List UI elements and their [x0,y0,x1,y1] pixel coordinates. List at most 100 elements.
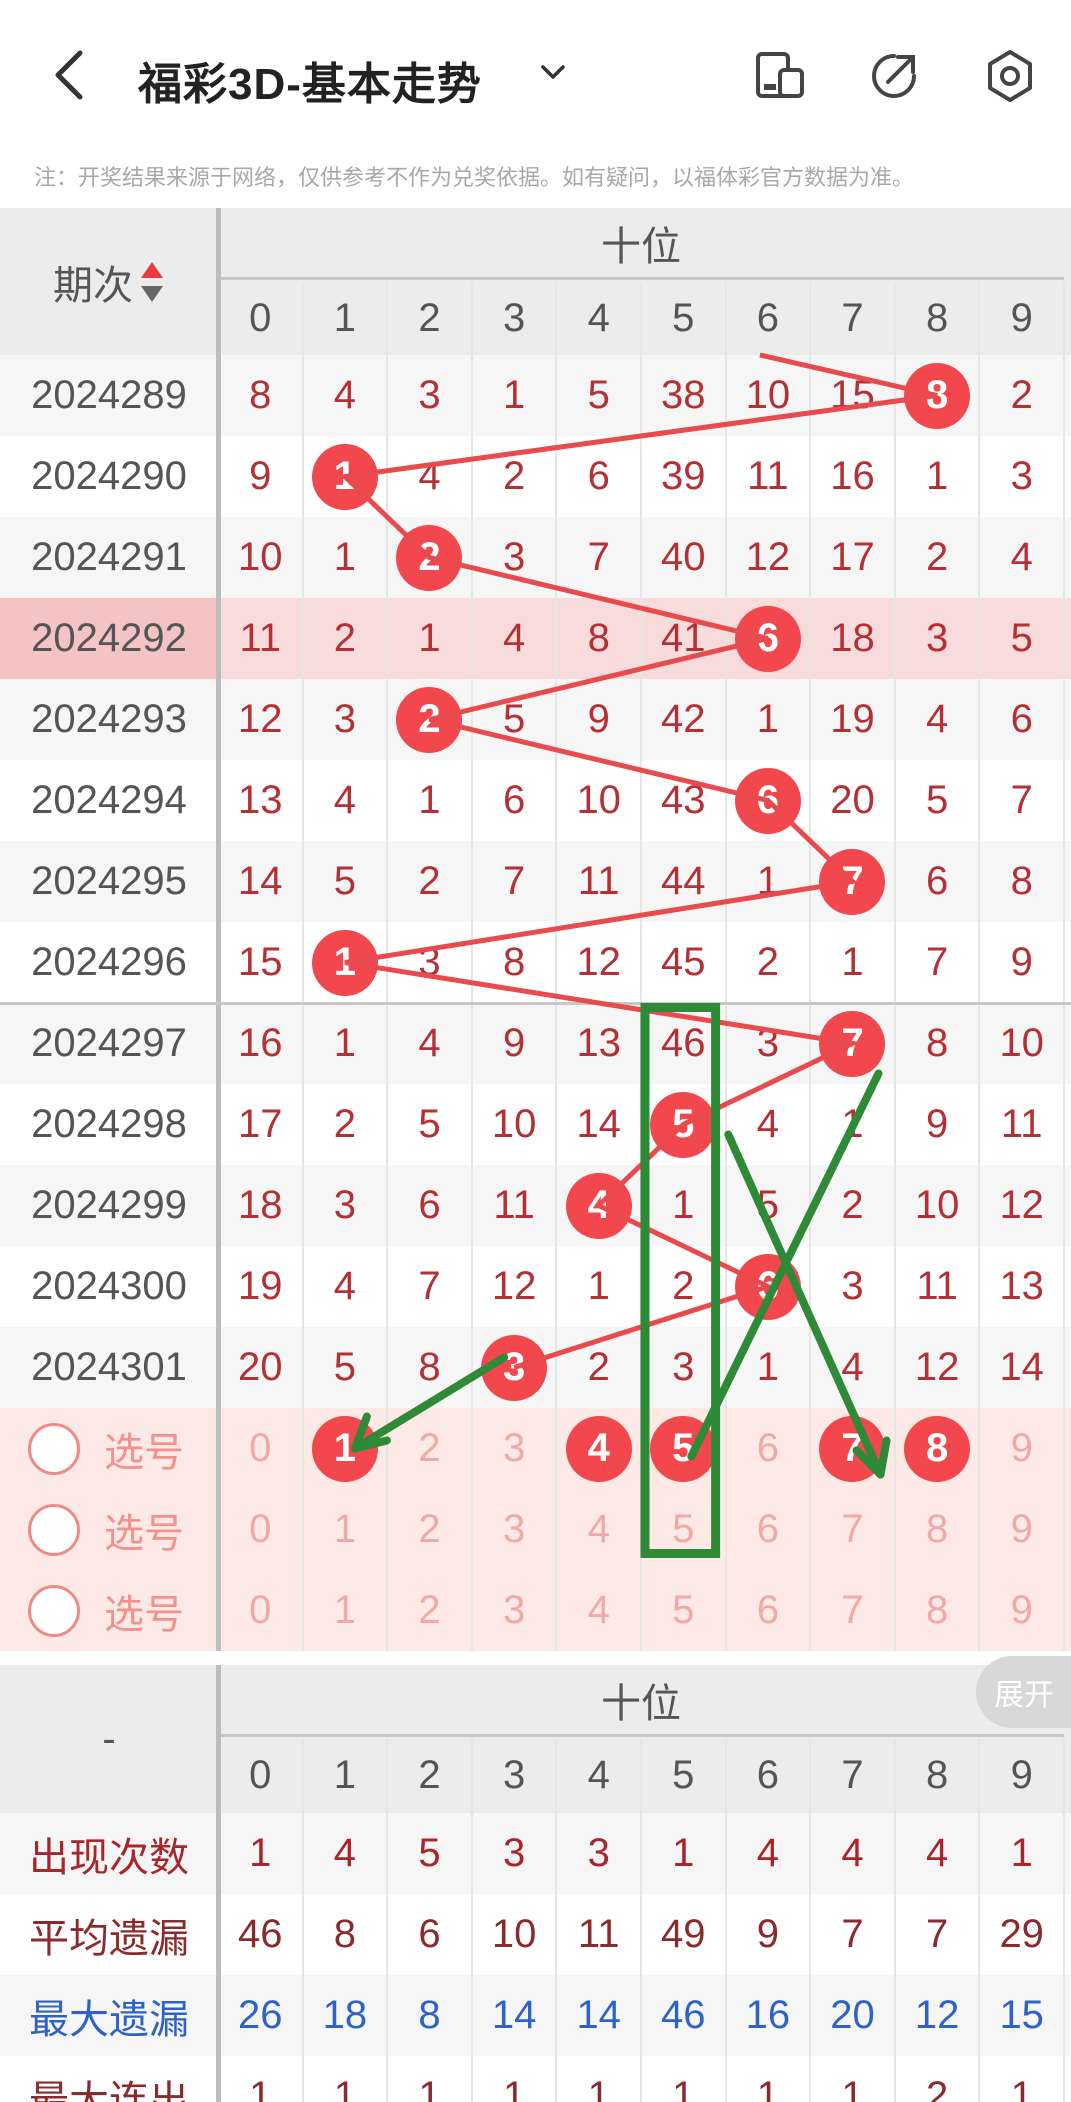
pick-number[interactable]: 3 [472,1570,557,1651]
pick-number[interactable]: 2 [387,1489,472,1570]
pick-number[interactable]: 0 [218,1570,303,1651]
pick-number[interactable]: 8 [895,1489,980,1570]
share-icon[interactable] [866,48,922,104]
trend-cell: 42 [661,697,706,741]
pick-number[interactable]: 1 [303,1489,388,1570]
trend-cell: 9 [1010,940,1033,984]
pick-row: 选号 0 1 2 3 4 5 6 7 8 9 [0,1570,1071,1651]
table-row: 2024301 20 5 8 3 2 3 1 4 12 14 [0,1327,1071,1408]
stats-digit-header: 8 [925,1752,949,1797]
stats-row: 出现次数 1 4 5 3 3 1 4 4 4 1 [0,1813,1071,1894]
period-number: 2024299 [31,1183,187,1227]
pick-number[interactable]: 7 [810,1489,895,1570]
trend-cell: 10 [491,1102,537,1146]
pick-number[interactable]: 2 [387,1570,472,1651]
hit-ball: 7 [819,848,886,915]
stats-value: 14 [491,1993,537,2037]
trend-cell: 5 [333,859,357,903]
pick-radio[interactable] [28,1503,80,1556]
trend-cell: 4 [418,454,441,498]
selected-ball[interactable]: 7 [819,1415,886,1482]
pick-number[interactable]: 5 [641,1570,726,1651]
pick-number[interactable]: 7 [810,1570,895,1651]
hit-ball: 7 [819,1010,886,1077]
period-header[interactable]: 期次 [0,208,218,356]
stats-value: 7 [925,1912,949,1956]
page-title[interactable]: 福彩3D-基本走势 [138,48,482,112]
pick-selector[interactable]: 选号 [0,1570,218,1651]
table-row: 2024289 8 4 3 1 5 38 10 15 8 2 [0,355,1071,436]
trend-cell: 2 [1010,373,1033,417]
pick-number[interactable]: 2 [387,1408,472,1489]
pick-number[interactable]: 6 [726,1570,811,1651]
period-number: 2024297 [31,1021,187,1065]
back-button[interactable] [40,40,100,110]
pick-number[interactable]: 6 [726,1408,811,1489]
stats-column-separator [216,1665,221,2102]
selected-ball[interactable]: 1 [311,1415,378,1482]
trend-cell: 6 [726,760,811,841]
trend-cell: 12 [999,1183,1044,1227]
pick-number[interactable]: 3 [472,1489,557,1570]
trend-cell: 10 [745,373,791,417]
trend-cell: 11 [493,1183,535,1227]
pick-number[interactable]: 1 [303,1408,388,1489]
pick-number[interactable]: 5 [641,1489,726,1570]
pick-number[interactable]: 5 [641,1408,726,1489]
pick-selector[interactable]: 选号 [0,1408,218,1489]
trend-cell: 2 [925,535,949,579]
pick-number[interactable]: 1 [303,1570,388,1651]
trend-cell: 16 [830,454,875,498]
pick-radio[interactable] [28,1584,80,1637]
table-row: 2024292 11 2 1 4 8 41 6 18 3 5 [0,598,1071,679]
stats-digit-header: 6 [756,1752,780,1797]
pick-number[interactable]: 4 [556,1489,641,1570]
stats-value: 1 [502,2074,526,2102]
stats-label: 平均遗漏 [29,1916,189,1961]
selected-ball[interactable]: 8 [904,1415,971,1482]
pick-number[interactable]: 7 [810,1408,895,1489]
pick-number[interactable]: 9 [979,1570,1064,1651]
pick-row: 选号 0 1 2 3 4 5 6 7 8 9 [0,1408,1071,1489]
trend-cell: 8 [249,373,272,417]
hit-ball: 3 [481,1334,548,1401]
pick-number[interactable]: 6 [726,1489,811,1570]
pick-number[interactable]: 0 [218,1489,303,1570]
trend-cell: 2 [502,454,526,498]
trend-cell: 4 [333,1264,357,1308]
pick-selector[interactable]: 选号 [0,1489,218,1570]
pick-label: 选号 [104,1511,184,1556]
expand-button[interactable]: 展开 [976,1656,1071,1728]
pick-number[interactable]: 9 [979,1408,1064,1489]
selected-ball[interactable]: 5 [650,1415,717,1482]
pick-number[interactable]: 8 [895,1408,980,1489]
pick-number[interactable]: 9 [979,1489,1064,1570]
trend-cell: 6 [726,1246,811,1327]
stats-digit-header: 2 [418,1752,441,1797]
stats-value: 2 [925,2074,949,2102]
trend-cell: 8 [587,616,610,660]
selected-ball[interactable]: 4 [565,1415,632,1482]
pick-number[interactable]: 8 [895,1570,980,1651]
pick-number[interactable]: 4 [556,1570,641,1651]
grid-line [555,282,558,1651]
trend-cell: 9 [925,1102,949,1146]
trend-cell: 1 [756,1345,780,1389]
trend-cell: 6 [1010,697,1033,741]
trend-cell: 7 [810,1003,895,1084]
trend-cell: 20 [238,1345,283,1389]
stats-value: 4 [841,1831,864,1875]
chevron-down-icon[interactable] [535,55,571,91]
stats-value: 1 [1010,2074,1033,2102]
pick-number[interactable]: 3 [472,1408,557,1489]
trend-cell: 2 [756,940,780,984]
trend-cell: 13 [999,1264,1044,1308]
trend-cell: 5 [418,1102,441,1146]
pick-number[interactable]: 4 [556,1408,641,1489]
pick-number[interactable]: 0 [218,1408,303,1489]
grid-line [1063,282,1065,1651]
grid-line [470,282,473,1651]
settings-icon[interactable] [982,48,1038,104]
tablet-icon[interactable] [752,48,808,104]
pick-radio[interactable] [28,1422,80,1475]
